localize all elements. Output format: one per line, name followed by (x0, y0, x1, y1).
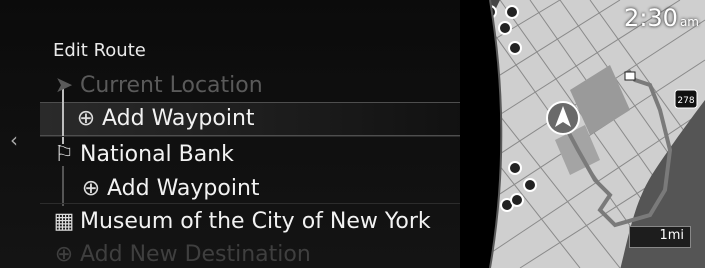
route-connector-line-lower (62, 166, 64, 206)
chevron-left-icon[interactable]: ‹ (10, 128, 18, 152)
divider (40, 136, 470, 137)
map-view[interactable]: 278 1mi (460, 0, 705, 268)
route-item-add-new-destination[interactable]: ⊕ Add New Destination (52, 242, 311, 267)
add-icon: ⊕ (81, 176, 101, 201)
add-destination-icon: ⊕ (54, 242, 74, 267)
route-item-add-waypoint-1[interactable]: ⊕ Add Waypoint (52, 106, 255, 131)
clock: 2:30 am (624, 4, 699, 32)
route-item-museum[interactable]: ▦ Museum of the City of New York (52, 209, 431, 234)
page-title: Edit Route (53, 40, 146, 61)
route-item-national-bank[interactable]: ⚐ National Bank (52, 142, 234, 167)
add-icon: ⊕ (76, 106, 96, 131)
checkered-flag-icon: ▦ (53, 209, 75, 234)
route-panel: Edit Route ➤ Current Location ⊕ Add Waypoi… (0, 0, 490, 268)
current-location-icon: ➤ (54, 73, 74, 98)
map-scale: 1mi (629, 226, 691, 248)
route-item-add-waypoint-2[interactable]: ⊕ Add Waypoint (79, 176, 260, 201)
divider (40, 203, 470, 204)
route-item-current-location[interactable]: ➤ Current Location (52, 73, 263, 98)
flag-icon: ⚐ (54, 142, 74, 167)
